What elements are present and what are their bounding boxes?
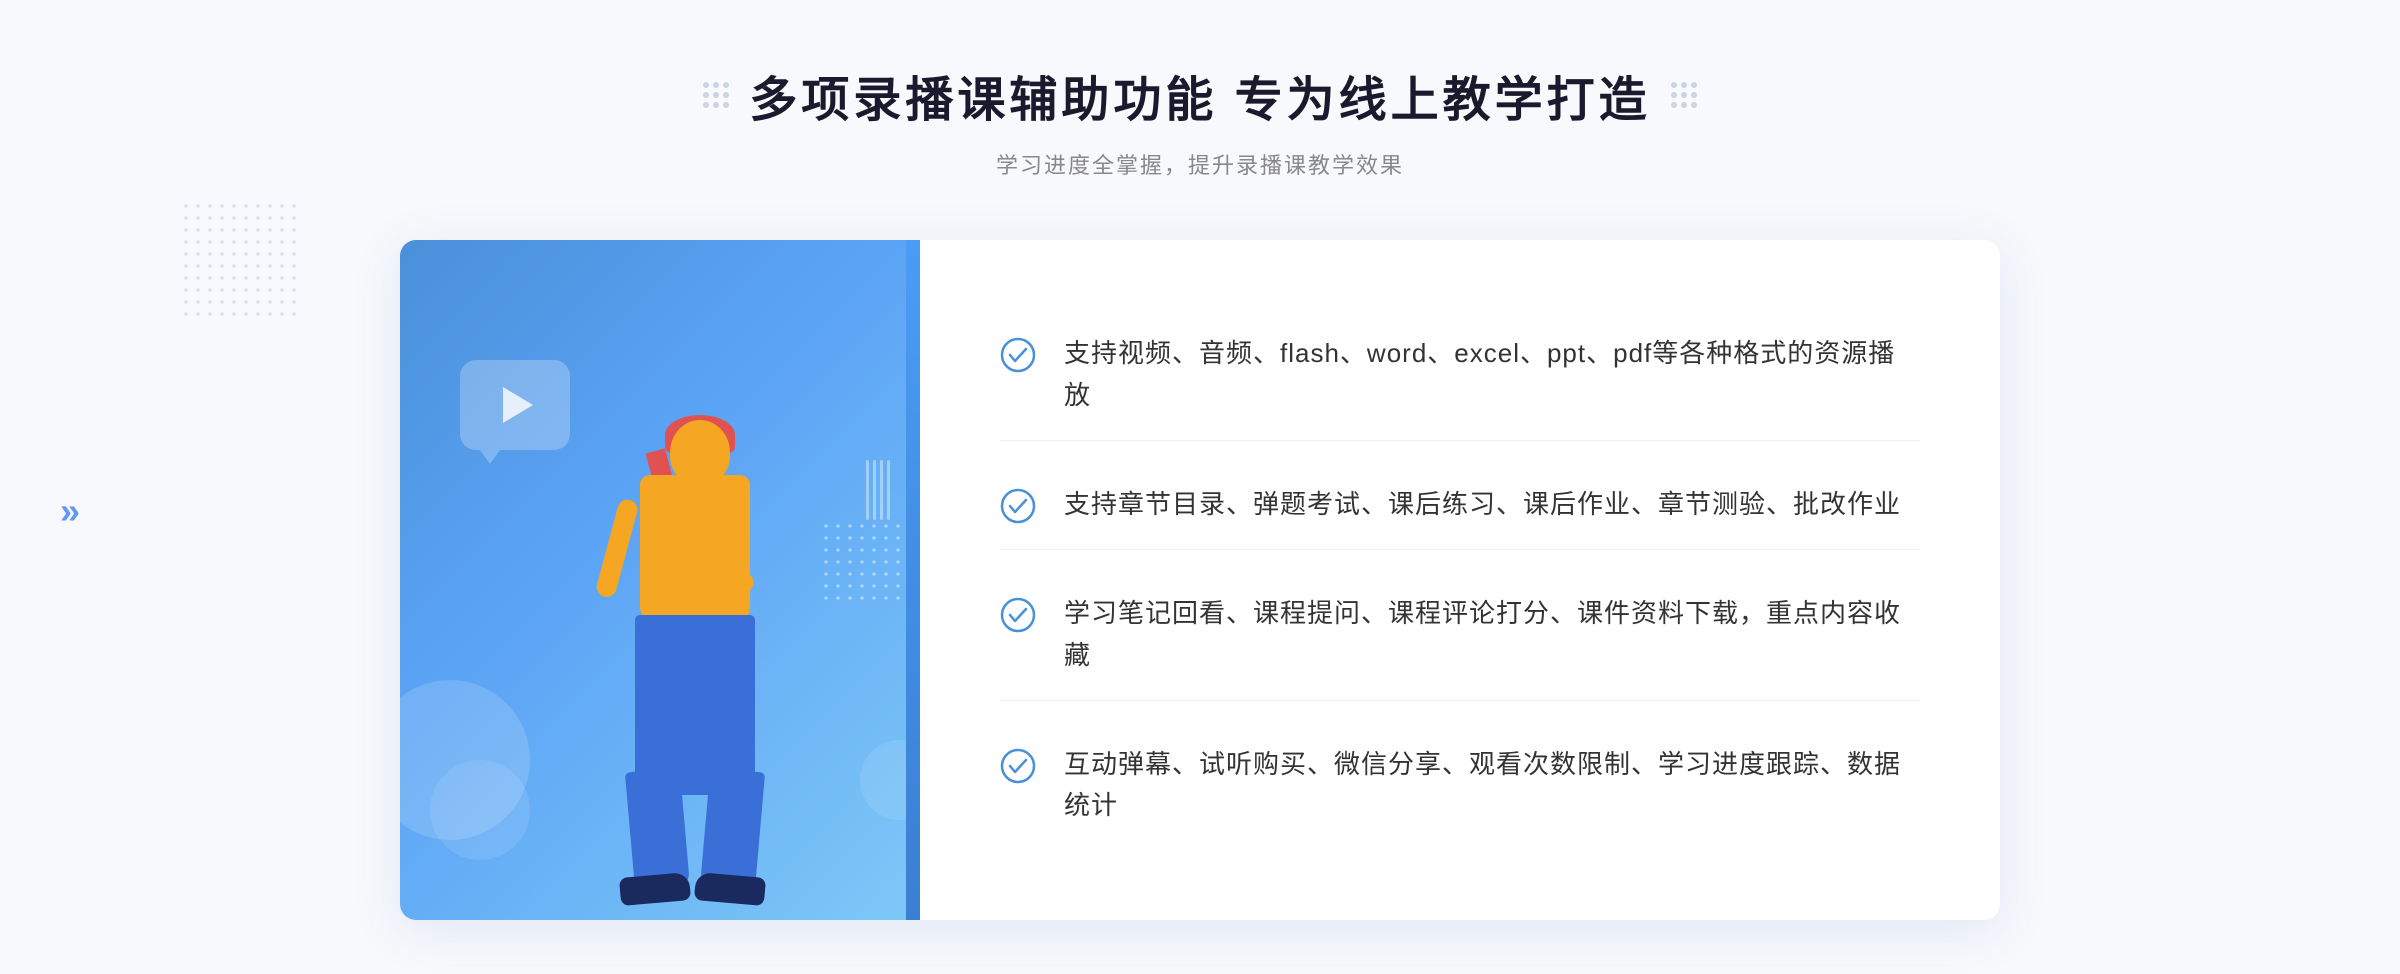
feature-item-4: 互动弹幕、试听购买、微信分享、观看次数限制、学习进度跟踪、数据统计 — [1000, 720, 1920, 851]
person-illustration — [510, 400, 810, 920]
feature-text-4: 互动弹幕、试听购买、微信分享、观看次数限制、学习进度跟踪、数据统计 — [1064, 744, 1920, 827]
content-area: 支持视频、音频、flash、word、excel、ppt、pdf等各种格式的资源… — [400, 240, 2000, 920]
person-shoe-right — [694, 872, 766, 906]
subtitle-text: 学习进度全掌握，提升录播课教学效果 — [703, 148, 1696, 180]
image-stripes — [866, 460, 890, 520]
person-shoe-left — [619, 872, 691, 906]
page-container: » 多项录播课辅助功能 专为线上教学打造 学习进度全掌握，提升录播课教学效果 — [0, 0, 2400, 974]
feature-item-3: 学习笔记回看、课程提问、课程评论打分、课件资料下载，重点内容收藏 — [1000, 569, 1920, 701]
image-section — [400, 240, 920, 920]
right-blue-bar — [906, 240, 920, 920]
feature-text-2: 支持章节目录、弹题考试、课后练习、课后作业、章节测验、批改作业 — [1064, 484, 1901, 526]
arrow-left-decoration: » — [60, 490, 80, 532]
check-circle-icon-1 — [1000, 337, 1036, 373]
header-section: 多项录播课辅助功能 专为线上教学打造 学习进度全掌握，提升录播课教学效果 — [703, 60, 1696, 180]
dots-decoration-left — [180, 200, 300, 320]
person-body — [640, 475, 750, 635]
check-circle-icon-2 — [1000, 488, 1036, 524]
main-title-text: 多项录播课辅助功能 专为线上教学打造 — [749, 60, 1650, 130]
feature-item-2: 支持章节目录、弹题考试、课后练习、课后作业、章节测验、批改作业 — [1000, 460, 1920, 551]
title-deco-right — [1671, 82, 1697, 108]
features-section: 支持视频、音频、flash、word、excel、ppt、pdf等各种格式的资源… — [920, 240, 2000, 920]
person-pants — [635, 615, 755, 795]
feature-item-1: 支持视频、音频、flash、word、excel、ppt、pdf等各种格式的资源… — [1000, 309, 1920, 441]
image-dots-pattern — [820, 520, 900, 600]
check-circle-icon-3 — [1000, 597, 1036, 633]
feature-text-3: 学习笔记回看、课程提问、课程评论打分、课件资料下载，重点内容收藏 — [1064, 593, 1920, 676]
feature-text-1: 支持视频、音频、flash、word、excel、ppt、pdf等各种格式的资源… — [1064, 333, 1920, 416]
person-arm-left — [594, 497, 639, 599]
title-deco-left — [703, 82, 729, 108]
main-title: 多项录播课辅助功能 专为线上教学打造 — [703, 60, 1696, 130]
check-circle-icon-4 — [1000, 748, 1036, 784]
